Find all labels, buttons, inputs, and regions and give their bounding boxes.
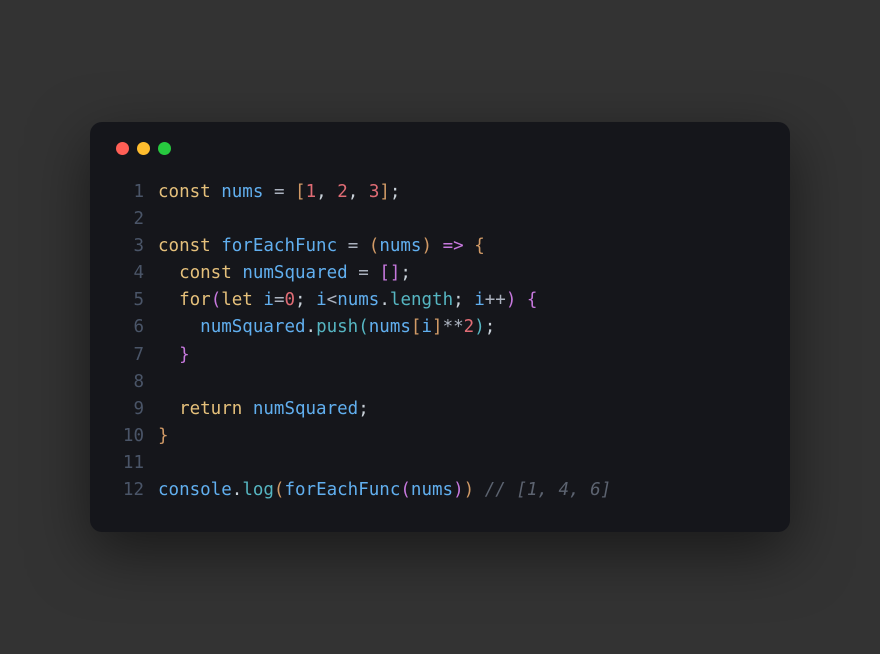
line-content: for(let i=0; i<nums.length; i++) { bbox=[158, 287, 537, 314]
code-block: 1 const nums = [1, 2, 3]; 2 3 const forEach… bbox=[114, 179, 766, 505]
line-number: 11 bbox=[114, 450, 144, 477]
code-line: 6 numSquared.push(nums[i]**2); bbox=[114, 314, 766, 341]
line-content: } bbox=[158, 342, 190, 369]
line-number: 9 bbox=[114, 396, 144, 423]
minimize-icon[interactable] bbox=[137, 142, 150, 155]
code-line: 1 const nums = [1, 2, 3]; bbox=[114, 179, 766, 206]
line-content: const nums = [1, 2, 3]; bbox=[158, 179, 400, 206]
line-content bbox=[158, 206, 169, 233]
line-number: 8 bbox=[114, 369, 144, 396]
maximize-icon[interactable] bbox=[158, 142, 171, 155]
line-content: console.log(forEachFunc(nums)) // [1, 4,… bbox=[158, 477, 611, 504]
code-line: 10} bbox=[114, 423, 766, 450]
code-line: 4 const numSquared = []; bbox=[114, 260, 766, 287]
line-number: 4 bbox=[114, 260, 144, 287]
line-number: 3 bbox=[114, 233, 144, 260]
line-content: numSquared.push(nums[i]**2); bbox=[158, 314, 495, 341]
code-line: 9 return numSquared; bbox=[114, 396, 766, 423]
line-number: 12 bbox=[114, 477, 144, 504]
line-content: return numSquared; bbox=[158, 396, 369, 423]
code-line: 2 bbox=[114, 206, 766, 233]
line-content: const numSquared = []; bbox=[158, 260, 411, 287]
line-number: 1 bbox=[114, 179, 144, 206]
line-content: const forEachFunc = (nums) => { bbox=[158, 233, 485, 260]
line-content bbox=[158, 369, 169, 396]
line-number: 7 bbox=[114, 342, 144, 369]
window-controls bbox=[116, 142, 766, 155]
line-number: 10 bbox=[114, 423, 144, 450]
code-line: 12 console.log(forEachFunc(nums)) // [1, … bbox=[114, 477, 766, 504]
line-number: 6 bbox=[114, 314, 144, 341]
close-icon[interactable] bbox=[116, 142, 129, 155]
line-content bbox=[158, 450, 169, 477]
code-window: 1 const nums = [1, 2, 3]; 2 3 const forEach… bbox=[90, 122, 790, 533]
line-number: 2 bbox=[114, 206, 144, 233]
code-line: 5 for(let i=0; i<nums.length; i++) { bbox=[114, 287, 766, 314]
line-content: } bbox=[158, 423, 169, 450]
code-line: 7 } bbox=[114, 342, 766, 369]
code-line: 8 bbox=[114, 369, 766, 396]
code-line: 11 bbox=[114, 450, 766, 477]
code-line: 3 const forEachFunc = (nums) => { bbox=[114, 233, 766, 260]
line-number: 5 bbox=[114, 287, 144, 314]
